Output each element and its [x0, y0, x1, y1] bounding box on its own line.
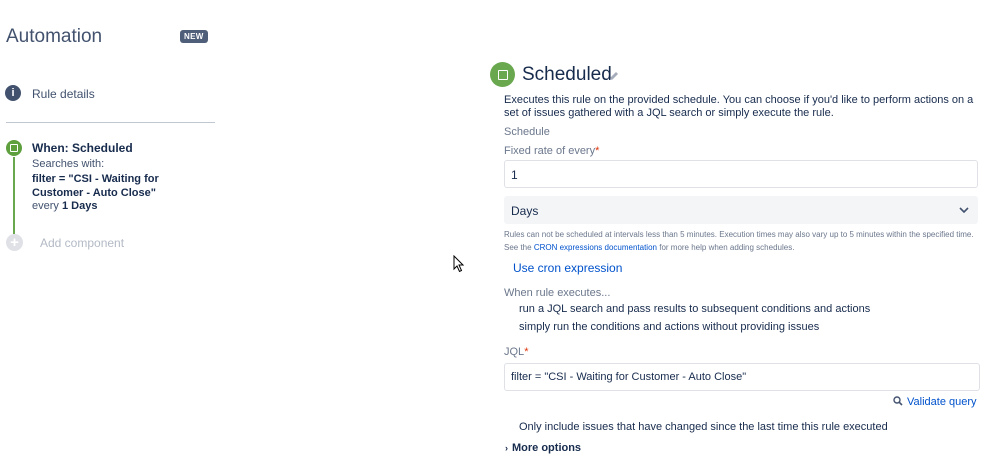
more-options-label: More options [512, 442, 582, 454]
more-options-toggle[interactable]: › More options [505, 442, 581, 454]
scheduled-calendar-icon [490, 62, 515, 87]
calendar-icon[interactable] [6, 140, 22, 156]
trigger-filter: filter = "CSI - Waiting for Customer - A… [32, 173, 159, 199]
note-rest: for more help when adding schedules. [659, 243, 795, 252]
edit-pencil-icon[interactable] [608, 70, 620, 82]
validate-query-button[interactable]: Validate query [893, 396, 977, 408]
trigger-every-value: 1 Days [61, 200, 98, 212]
radio-option-simple[interactable]: simply run the conditions and actions wi… [519, 321, 819, 333]
jql-label-text: JQL [504, 346, 525, 358]
trigger-title[interactable]: When: Scheduled [32, 141, 133, 155]
schedule-note-line2: See the CRON expressions documentation f… [504, 242, 980, 254]
fixed-rate-label: Fixed rate of every* [504, 145, 599, 157]
add-component-button[interactable]: Add component [40, 236, 124, 250]
only-changed-checkbox[interactable]: Only include issues that have changed si… [519, 421, 888, 433]
info-icon[interactable]: i [5, 85, 21, 101]
cron-docs-link[interactable]: CRON expressions documentation [534, 243, 657, 252]
note-see: See the [504, 243, 532, 252]
radio-option-jql[interactable]: run a JQL search and pass results to sub… [519, 303, 870, 315]
trigger-searches-label: Searches with: [32, 158, 105, 170]
trigger-every-prefix: every [32, 200, 59, 212]
fixed-rate-input[interactable]: 1 [504, 160, 978, 188]
jql-label: JQL* [504, 346, 528, 358]
add-icon[interactable]: + [6, 234, 23, 251]
chevron-right-icon: › [505, 443, 508, 453]
schedule-label: Schedule [504, 126, 550, 138]
panel-description: Executes this rule on the provided sched… [504, 94, 974, 119]
when-rule-executes-label: When rule executes... [504, 287, 611, 299]
schedule-note: Rules can not be scheduled at intervals … [504, 230, 974, 239]
mouse-cursor-icon [453, 255, 465, 273]
use-cron-expression-link[interactable]: Use cron expression [513, 261, 622, 275]
sidebar-divider [6, 122, 215, 123]
unit-select-value: Days [511, 204, 539, 218]
required-asterisk: * [595, 145, 600, 157]
timeline-line [13, 157, 15, 234]
new-badge: NEW [180, 30, 208, 43]
unit-select[interactable]: Days [504, 196, 978, 224]
panel-title: Scheduled [522, 64, 612, 85]
validate-query-label: Validate query [907, 396, 977, 408]
app-title: Automation [6, 26, 103, 47]
chevron-down-icon [959, 207, 969, 214]
jql-input[interactable]: filter = "CSI - Waiting for Customer - A… [504, 363, 980, 391]
search-icon [893, 396, 903, 406]
fixed-rate-label-text: Fixed rate of every [504, 145, 596, 157]
required-asterisk: * [524, 346, 529, 358]
trigger-frequency: every 1 Days [32, 200, 97, 212]
rule-details-link[interactable]: Rule details [32, 87, 95, 101]
